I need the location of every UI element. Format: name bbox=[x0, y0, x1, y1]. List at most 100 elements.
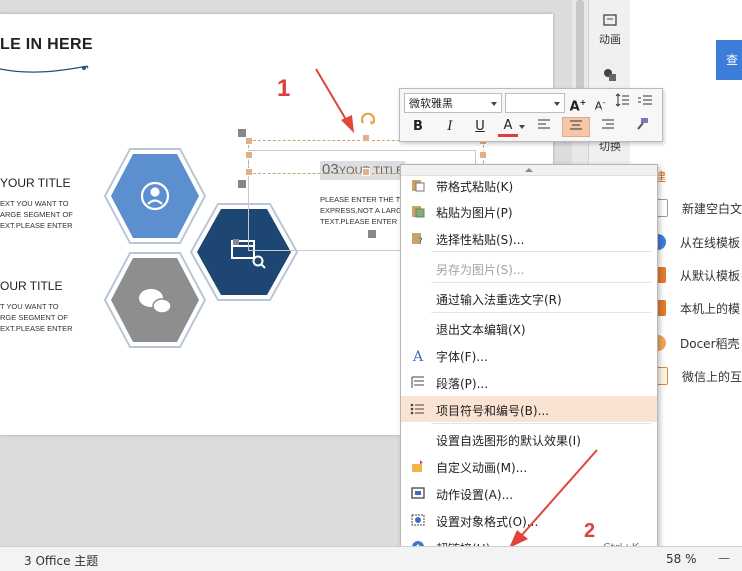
menu-item-label: 退出文本编辑(X) bbox=[436, 323, 526, 337]
menu-item-label: 带格式粘贴(K) bbox=[436, 180, 514, 194]
menu-item-paste-with-format[interactable]: 带格式粘贴(K) bbox=[401, 172, 657, 198]
menu-separator bbox=[431, 312, 651, 313]
format-painter-button[interactable] bbox=[632, 117, 652, 137]
action-settings-icon bbox=[411, 487, 425, 499]
animation-icon bbox=[603, 14, 617, 26]
font-name-select[interactable]: 微软雅黑 bbox=[404, 93, 502, 113]
font-icon: A bbox=[412, 349, 424, 362]
line-spacing-icon bbox=[615, 93, 629, 107]
align-left-button[interactable] bbox=[534, 117, 554, 137]
group-handle-b[interactable] bbox=[368, 230, 376, 238]
resize-handle-l[interactable] bbox=[245, 151, 253, 159]
panel-item-label: 本机上的模 bbox=[680, 301, 741, 316]
paragraph-icon bbox=[411, 376, 424, 388]
menu-item-bullets-numbering[interactable]: 项目符号和编号(B)... bbox=[401, 396, 657, 422]
menu-item-reselect-via-ime[interactable]: 通过输入法重选文字(R) bbox=[401, 285, 657, 311]
annotation-step-2: 2 bbox=[584, 520, 596, 542]
shape-tool[interactable] bbox=[589, 68, 631, 85]
chevron-down-icon bbox=[491, 102, 497, 106]
left-block-1: YOUR TITLE EXT YOU WANT TO ARGE SEGMENT … bbox=[0, 176, 90, 231]
left-block-1-body: EXT YOU WANT TO ARGE SEGMENT OF EXT.PLEA… bbox=[0, 199, 73, 230]
format-painter-icon bbox=[637, 118, 648, 130]
menu-item-paragraph[interactable]: 段落(P)... bbox=[401, 369, 657, 395]
zoom-out-button[interactable]: — bbox=[718, 551, 730, 565]
bullets-icon bbox=[410, 403, 424, 415]
increase-font-size-button[interactable]: A+ bbox=[568, 93, 588, 114]
group-handle-l[interactable] bbox=[238, 180, 246, 188]
underline-button[interactable]: U bbox=[470, 117, 490, 137]
panel-item-label: Docer稻壳 bbox=[680, 336, 740, 351]
menu-item-label: 段落(P)... bbox=[436, 377, 489, 391]
menu-item-label: 项目符号和编号(B)... bbox=[436, 404, 550, 418]
italic-button[interactable]: I bbox=[440, 117, 460, 137]
align-center-icon bbox=[570, 120, 582, 130]
bold-button[interactable]: B bbox=[408, 117, 428, 137]
panel-search-button[interactable]: 查 bbox=[716, 40, 742, 80]
svg-text:A: A bbox=[412, 349, 424, 362]
object-format-icon bbox=[411, 514, 425, 526]
title-wave-decoration bbox=[0, 65, 89, 73]
group-handle-tl[interactable] bbox=[238, 129, 246, 137]
chevron-down-icon bbox=[519, 125, 525, 129]
slide-title: LE IN HERE bbox=[0, 36, 93, 53]
paste-image-icon bbox=[412, 206, 425, 218]
line-spacing-increase-button[interactable] bbox=[612, 93, 632, 113]
wps-presentation-window: LE IN HERE YOUR TITLE EXT YOU WANT TO AR… bbox=[0, 0, 742, 571]
menu-separator bbox=[431, 282, 651, 283]
panel-item-local-template[interactable]: 本机上的模 bbox=[650, 298, 740, 318]
status-theme[interactable]: 3 Office 主题 bbox=[24, 552, 98, 569]
chevron-down-icon bbox=[554, 102, 560, 106]
menu-item-paste-special[interactable]: ? 选择性粘贴(S)... bbox=[401, 225, 657, 251]
animation-label: 动画 bbox=[599, 33, 621, 46]
panel-item-label: 微信上的互 bbox=[682, 369, 742, 384]
menu-item-label: 另存为图片(S)... bbox=[436, 263, 525, 277]
paste-format-icon bbox=[412, 180, 425, 192]
font-color-dropdown[interactable] bbox=[518, 117, 526, 137]
panel-item-label: 从在线模板 bbox=[680, 235, 741, 250]
menu-item-label: 字体(F)... bbox=[436, 350, 488, 364]
menu-item-label: 通过输入法重选文字(R) bbox=[436, 293, 562, 307]
font-color-button[interactable]: A bbox=[498, 117, 518, 137]
left-block-2-title: OUR TITLE bbox=[0, 279, 63, 293]
menu-separator bbox=[431, 251, 651, 252]
custom-animation-icon bbox=[412, 460, 423, 472]
menu-item-save-as-image: 另存为图片(S)... bbox=[401, 255, 657, 281]
align-right-icon bbox=[602, 119, 614, 129]
shapes-icon bbox=[604, 69, 616, 81]
align-center-button[interactable] bbox=[562, 117, 590, 137]
animation-tool[interactable]: 动画 bbox=[589, 14, 631, 47]
mini-format-toolbar: 微软雅黑 A+ A- B I U A bbox=[399, 88, 663, 142]
svg-text:?: ? bbox=[418, 237, 423, 245]
panel-item-wechat[interactable]: 微信上的互 bbox=[650, 366, 742, 386]
menu-item-paste-as-image[interactable]: 粘贴为图片(P) bbox=[401, 198, 657, 224]
left-block-2: OUR TITLE T YOU WANT TO RGE SEGMENT OF E… bbox=[0, 279, 90, 334]
panel-item-new-blank[interactable]: 新建空白文 bbox=[650, 198, 742, 218]
panel-item-label: 新建空白文 bbox=[682, 201, 742, 216]
font-size-select[interactable] bbox=[505, 93, 565, 113]
status-zoom[interactable]: 58 % bbox=[666, 552, 697, 566]
resize-handle-tl[interactable] bbox=[245, 137, 253, 145]
line-spacing-decrease-button[interactable] bbox=[635, 93, 655, 113]
left-block-2-body: T YOU WANT TO RGE SEGMENT OF EXT.PLEASE … bbox=[0, 302, 73, 333]
panel-item-online-template[interactable]: 从在线模板 bbox=[650, 232, 740, 252]
hex-selection-handle bbox=[233, 239, 239, 245]
annotation-step-1: 1 bbox=[277, 75, 291, 102]
panel-item-docer[interactable]: Docer稻壳 bbox=[650, 333, 740, 353]
status-bar: 3 Office 主题 58 % — bbox=[0, 546, 742, 571]
annotation-arrow-1 bbox=[315, 68, 354, 133]
paste-special-icon: ? bbox=[412, 233, 423, 245]
left-block-1-title: YOUR TITLE bbox=[0, 176, 71, 190]
decrease-font-size-button[interactable]: A- bbox=[590, 93, 610, 113]
align-right-button[interactable] bbox=[598, 117, 618, 137]
resize-handle-b[interactable] bbox=[362, 168, 370, 176]
menu-item-label: 粘贴为图片(P) bbox=[436, 206, 513, 220]
panel-item-default-template[interactable]: 从默认模板 bbox=[650, 265, 740, 285]
menu-separator bbox=[431, 423, 651, 424]
menu-item-font[interactable]: A 字体(F)... bbox=[401, 342, 657, 368]
menu-item-exit-text-edit[interactable]: 退出文本编辑(X) bbox=[401, 315, 657, 341]
align-left-icon bbox=[538, 119, 550, 129]
resize-handle-r[interactable] bbox=[479, 151, 487, 159]
resize-handle-bl[interactable] bbox=[245, 168, 253, 176]
menu-item-label: 选择性粘贴(S)... bbox=[436, 233, 525, 247]
panel-item-label: 从默认模板 bbox=[680, 268, 741, 283]
